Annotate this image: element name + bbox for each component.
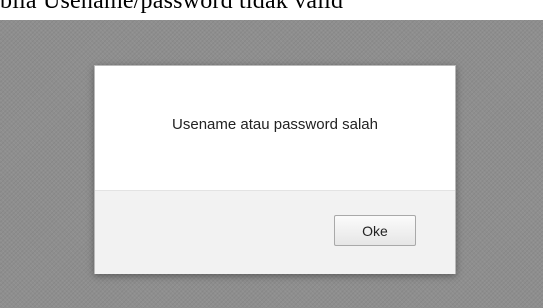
ok-button[interactable]: Oke	[334, 215, 416, 246]
dialog-footer: Oke	[95, 190, 455, 274]
caption-strip: bila Usename/password tidak valid	[0, 0, 543, 20]
caption-text: bila Usename/password tidak valid	[0, 0, 344, 14]
dialog-message: Usename atau password salah	[172, 115, 378, 133]
modal-overlay: Usename atau password salah Oke	[0, 20, 543, 308]
alert-dialog: Usename atau password salah Oke	[94, 65, 456, 274]
dialog-body: Usename atau password salah	[95, 66, 455, 190]
